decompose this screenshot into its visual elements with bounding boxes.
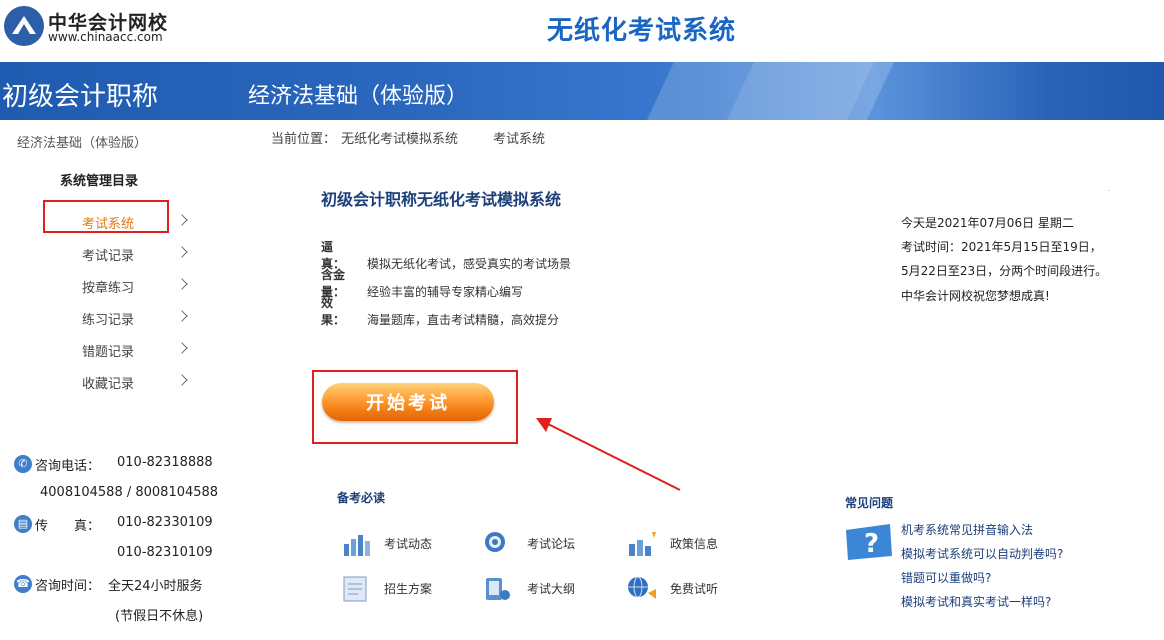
- globe-icon: [628, 576, 656, 599]
- chevron-right-icon: [176, 278, 188, 290]
- chevron-right-icon: [176, 342, 188, 354]
- link-label: 考试大纲: [527, 582, 576, 596]
- start-exam-button[interactable]: 开始考试: [322, 383, 494, 421]
- sidebar-item-label: 按章练习: [82, 281, 135, 296]
- link-free-trial[interactable]: 免费试听: [626, 575, 726, 605]
- svg-text:?: ?: [864, 529, 879, 559]
- link-label: 免费试听: [670, 582, 719, 596]
- phone-number-1: 010-82318888: [117, 455, 213, 470]
- fax-label: 传 真：: [35, 519, 101, 534]
- link-label: 考试论坛: [527, 537, 576, 551]
- breadcrumb-label: 当前位置：: [271, 132, 337, 147]
- fax-icon: ▤: [14, 515, 32, 533]
- monitor-icon: [486, 578, 510, 600]
- logo-url: www.chinaacc.com: [48, 30, 163, 44]
- page-title: 无纸化考试系统: [547, 16, 737, 46]
- chevron-right-icon: [176, 374, 188, 386]
- phone-number-2: 4008104588 / 8008104588: [40, 485, 219, 500]
- feature-text: 海量题库，直击考试精髓，高效提分: [367, 313, 560, 327]
- breadcrumb-item[interactable]: 无纸化考试模拟系统: [341, 128, 458, 147]
- chart-icon: [629, 532, 656, 556]
- sidebar-subject: 经济法基础（体验版）: [17, 136, 148, 151]
- feature-row: 效 果： 海量题库，直击考试精髓，高效提分: [321, 294, 559, 328]
- breadcrumb-item[interactable]: 考试系统: [493, 128, 545, 147]
- link-label: 考试动态: [384, 537, 433, 551]
- chevron-right-icon: [176, 310, 188, 322]
- main-title: 初级会计职称无纸化考试模拟系统: [321, 190, 562, 209]
- menu-title: 系统管理目录: [60, 174, 139, 189]
- chevron-right-icon: [176, 214, 188, 226]
- today-date: 今天是2021年07月06日 星期二: [901, 216, 1074, 230]
- link-label: 招生方案: [384, 582, 433, 596]
- sidebar-item-chapter-practice[interactable]: 按章练习: [82, 277, 202, 297]
- hours-label: 咨询时间：: [35, 579, 101, 594]
- fax-number-1: 010-82330109: [117, 515, 213, 530]
- phone-icon: ✆: [14, 455, 32, 473]
- sidebar-item-exam-records[interactable]: 考试记录: [82, 245, 202, 265]
- question-icon: ?: [846, 524, 892, 560]
- faq-item[interactable]: 模拟考试系统可以自动判卷吗?: [901, 545, 1063, 562]
- sidebar-item-label: 收藏记录: [82, 377, 135, 392]
- feature-key: 效 果：: [321, 296, 346, 327]
- sidebar-item-label: 错题记录: [82, 345, 135, 360]
- sidebar-item-exam-system[interactable]: 考试系统: [82, 213, 202, 233]
- link-exam-news[interactable]: 考试动态: [340, 530, 440, 560]
- chevron-right-icon: [176, 246, 188, 258]
- sidebar-item-label: 考试记录: [82, 249, 135, 264]
- sidebar-item-wrong-records[interactable]: 错题记录: [82, 341, 202, 361]
- sidebar-item-practice-records[interactable]: 练习记录: [82, 309, 202, 329]
- sidebar-item-favorites[interactable]: 收藏记录: [82, 373, 202, 393]
- prep-title: 备考必读: [337, 491, 386, 505]
- phone-label: 咨询电话：: [35, 459, 101, 474]
- faq-title: 常见问题: [845, 496, 894, 510]
- globe-icon: [485, 532, 505, 552]
- link-policy-info[interactable]: 政策信息: [626, 530, 726, 560]
- faq-item[interactable]: 机考系统常见拼音输入法: [901, 521, 1033, 538]
- banner-subject: 经济法基础（体验版）: [248, 84, 469, 109]
- headset-icon: ☎: [14, 575, 32, 593]
- hours-value-2: (节假日不休息): [115, 609, 204, 624]
- faq-item[interactable]: 错题可以重做吗?: [901, 569, 991, 586]
- banner: [0, 62, 1164, 120]
- faq-item[interactable]: 模拟考试和真实考试一样吗?: [901, 593, 1051, 610]
- fax-number-2: 010-82310109: [117, 545, 213, 560]
- exam-time-line-1: 考试时间：2021年5月15日至19日，: [901, 240, 1102, 254]
- exam-time-line-2: 5月22日至23日，分两个时间段进行。: [901, 264, 1108, 278]
- link-label: 政策信息: [670, 537, 719, 551]
- link-exam-forum[interactable]: 考试论坛: [483, 530, 583, 560]
- link-enrollment-plan[interactable]: 招生方案: [340, 575, 440, 605]
- sidebar-item-label: 考试系统: [82, 217, 135, 232]
- document-icon: [343, 576, 367, 602]
- sidebar-item-label: 练习记录: [82, 313, 135, 328]
- wish-text: 中华会计网校祝您梦想成真!: [901, 289, 1050, 303]
- chart-icon: [344, 535, 370, 556]
- banner-category: 初级会计职称: [2, 82, 159, 112]
- decor-dots: ·: [1107, 186, 1111, 197]
- hours-value-1: 全天24小时服务: [108, 579, 203, 594]
- link-exam-syllabus[interactable]: 考试大纲: [483, 575, 583, 605]
- logo-icon: [4, 6, 44, 46]
- arrow-annotation-icon: [536, 418, 681, 491]
